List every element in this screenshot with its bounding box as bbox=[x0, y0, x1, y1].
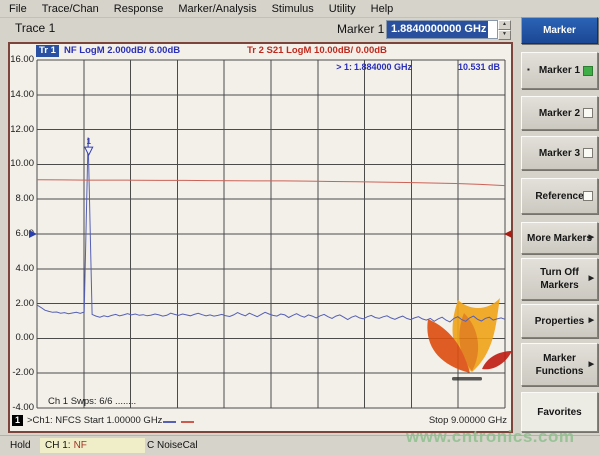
marker2-checkbox[interactable] bbox=[583, 108, 593, 118]
watermark-text: www.cntronics.com bbox=[406, 427, 574, 447]
softkey-reference[interactable]: Reference bbox=[521, 178, 598, 214]
trace1-scale-label[interactable]: NF LogM 2.000dB/ 6.00dB bbox=[64, 45, 180, 56]
active-bullet-icon: ▪ bbox=[527, 65, 530, 75]
reference-checkbox[interactable] bbox=[583, 191, 593, 201]
arrow-right-icon: ▶ bbox=[589, 233, 594, 242]
y-axis-tick-label: 16.00 bbox=[10, 54, 34, 65]
marker1-frequency-stepper: ▲ ▼ bbox=[498, 20, 511, 39]
y-axis-tick-label: 2.00 bbox=[10, 298, 34, 309]
softkey-marker-3[interactable]: Marker 3 bbox=[521, 136, 598, 170]
trigger-status: Hold bbox=[10, 440, 31, 451]
svg-text:1: 1 bbox=[86, 137, 91, 146]
marker1-field-label: Marker 1 bbox=[337, 22, 384, 36]
menu-marker-analysis[interactable]: Marker/Analysis bbox=[178, 3, 256, 15]
trace2-scale-label[interactable]: Tr 2 S21 LogM 10.00dB/ 0.00dB bbox=[247, 45, 387, 56]
marker1-symbol: 1 bbox=[85, 137, 93, 155]
menu-stimulus[interactable]: Stimulus bbox=[272, 3, 314, 15]
trace1-badge[interactable]: Tr 1 bbox=[36, 45, 59, 57]
active-trace-label: Trace 1 bbox=[15, 21, 55, 35]
menu-trace-chan[interactable]: Trace/Chan bbox=[42, 3, 99, 15]
stimulus-start-label: >Ch1: NFCS Start 1.00000 GHz bbox=[27, 415, 162, 426]
softkey-marker-2[interactable]: Marker 2 bbox=[521, 96, 598, 130]
y-axis-tick-label: -4.00 bbox=[10, 402, 34, 413]
y-axis-tick-label: 14.00 bbox=[10, 89, 34, 100]
y-axis-tick-label: 12.00 bbox=[10, 124, 34, 135]
softkey-properties[interactable]: Properties ▶ bbox=[521, 304, 598, 338]
cntronics-logo-icon bbox=[427, 298, 512, 381]
menu-response[interactable]: Response bbox=[114, 3, 164, 15]
measurement-display: 1 Tr 1 NF LogM 2.000dB/ 6.00dB Tr 2 S21 … bbox=[8, 42, 513, 433]
channel1-badge: 1 bbox=[12, 415, 23, 426]
marker-readout-frequency: 1.884000 GHz bbox=[354, 62, 411, 72]
trace1-color-key-icon bbox=[163, 421, 176, 423]
stepper-up-icon[interactable]: ▲ bbox=[498, 20, 511, 30]
softkey-turn-off-markers[interactable]: Turn Off Markers ▶ bbox=[521, 258, 598, 300]
y-axis-tick-label: 4.00 bbox=[10, 263, 34, 274]
grid-lines bbox=[37, 60, 505, 408]
menu-bar: File Trace/Chan Response Marker/Analysis… bbox=[0, 0, 600, 18]
calibration-status: C NoiseCal bbox=[147, 440, 198, 451]
softkey-more-markers[interactable]: More Markers ▶ bbox=[521, 222, 598, 254]
softkey-menu-title: Marker bbox=[521, 17, 598, 44]
softkey-marker-functions[interactable]: Marker Functions ▶ bbox=[521, 343, 598, 386]
marker-readout-number: > 1: bbox=[300, 62, 352, 72]
softkey-favorites[interactable]: Favorites bbox=[521, 392, 598, 432]
channel-status-field: CH 1:NF bbox=[40, 438, 145, 453]
menu-help[interactable]: Help bbox=[371, 3, 394, 15]
stepper-down-icon[interactable]: ▼ bbox=[498, 30, 511, 40]
stimulus-stop-label: Stop 9.00000 GHz bbox=[429, 415, 507, 426]
arrow-right-icon: ▶ bbox=[589, 274, 594, 283]
trace2-color-key-icon bbox=[181, 421, 194, 423]
arrow-right-icon: ▶ bbox=[589, 316, 594, 325]
marker3-checkbox[interactable] bbox=[583, 148, 593, 158]
marker1-checkbox[interactable] bbox=[583, 66, 593, 76]
measurement-type: NF bbox=[74, 440, 87, 451]
y-axis-tick-label: 10.00 bbox=[10, 158, 34, 169]
plot-area[interactable]: 1 bbox=[10, 44, 511, 431]
trace2-reference-marker-icon bbox=[504, 230, 512, 238]
marker-readout-value: 10.531 dB bbox=[428, 62, 500, 72]
menu-utility[interactable]: Utility bbox=[329, 3, 356, 15]
y-axis-tick-label: 0.00 bbox=[10, 332, 34, 343]
menu-file[interactable]: File bbox=[9, 3, 27, 15]
arrow-right-icon: ▶ bbox=[589, 360, 594, 369]
trace1-reference-marker-icon bbox=[29, 230, 37, 238]
marker1-frequency-input[interactable]: 1.8840000000 GHz bbox=[386, 20, 498, 39]
vna-application-window: File Trace/Chan Response Marker/Analysis… bbox=[0, 0, 600, 455]
y-axis-tick-label: -2.00 bbox=[10, 367, 34, 378]
y-axis-tick-label: 8.00 bbox=[10, 193, 34, 204]
softkey-marker-1[interactable]: ▪ Marker 1 bbox=[521, 52, 598, 89]
marker1-frequency-value: 1.8840000000 GHz bbox=[387, 21, 488, 38]
sweep-counter: Ch 1 Swps: 6/6 ........ bbox=[48, 396, 136, 407]
